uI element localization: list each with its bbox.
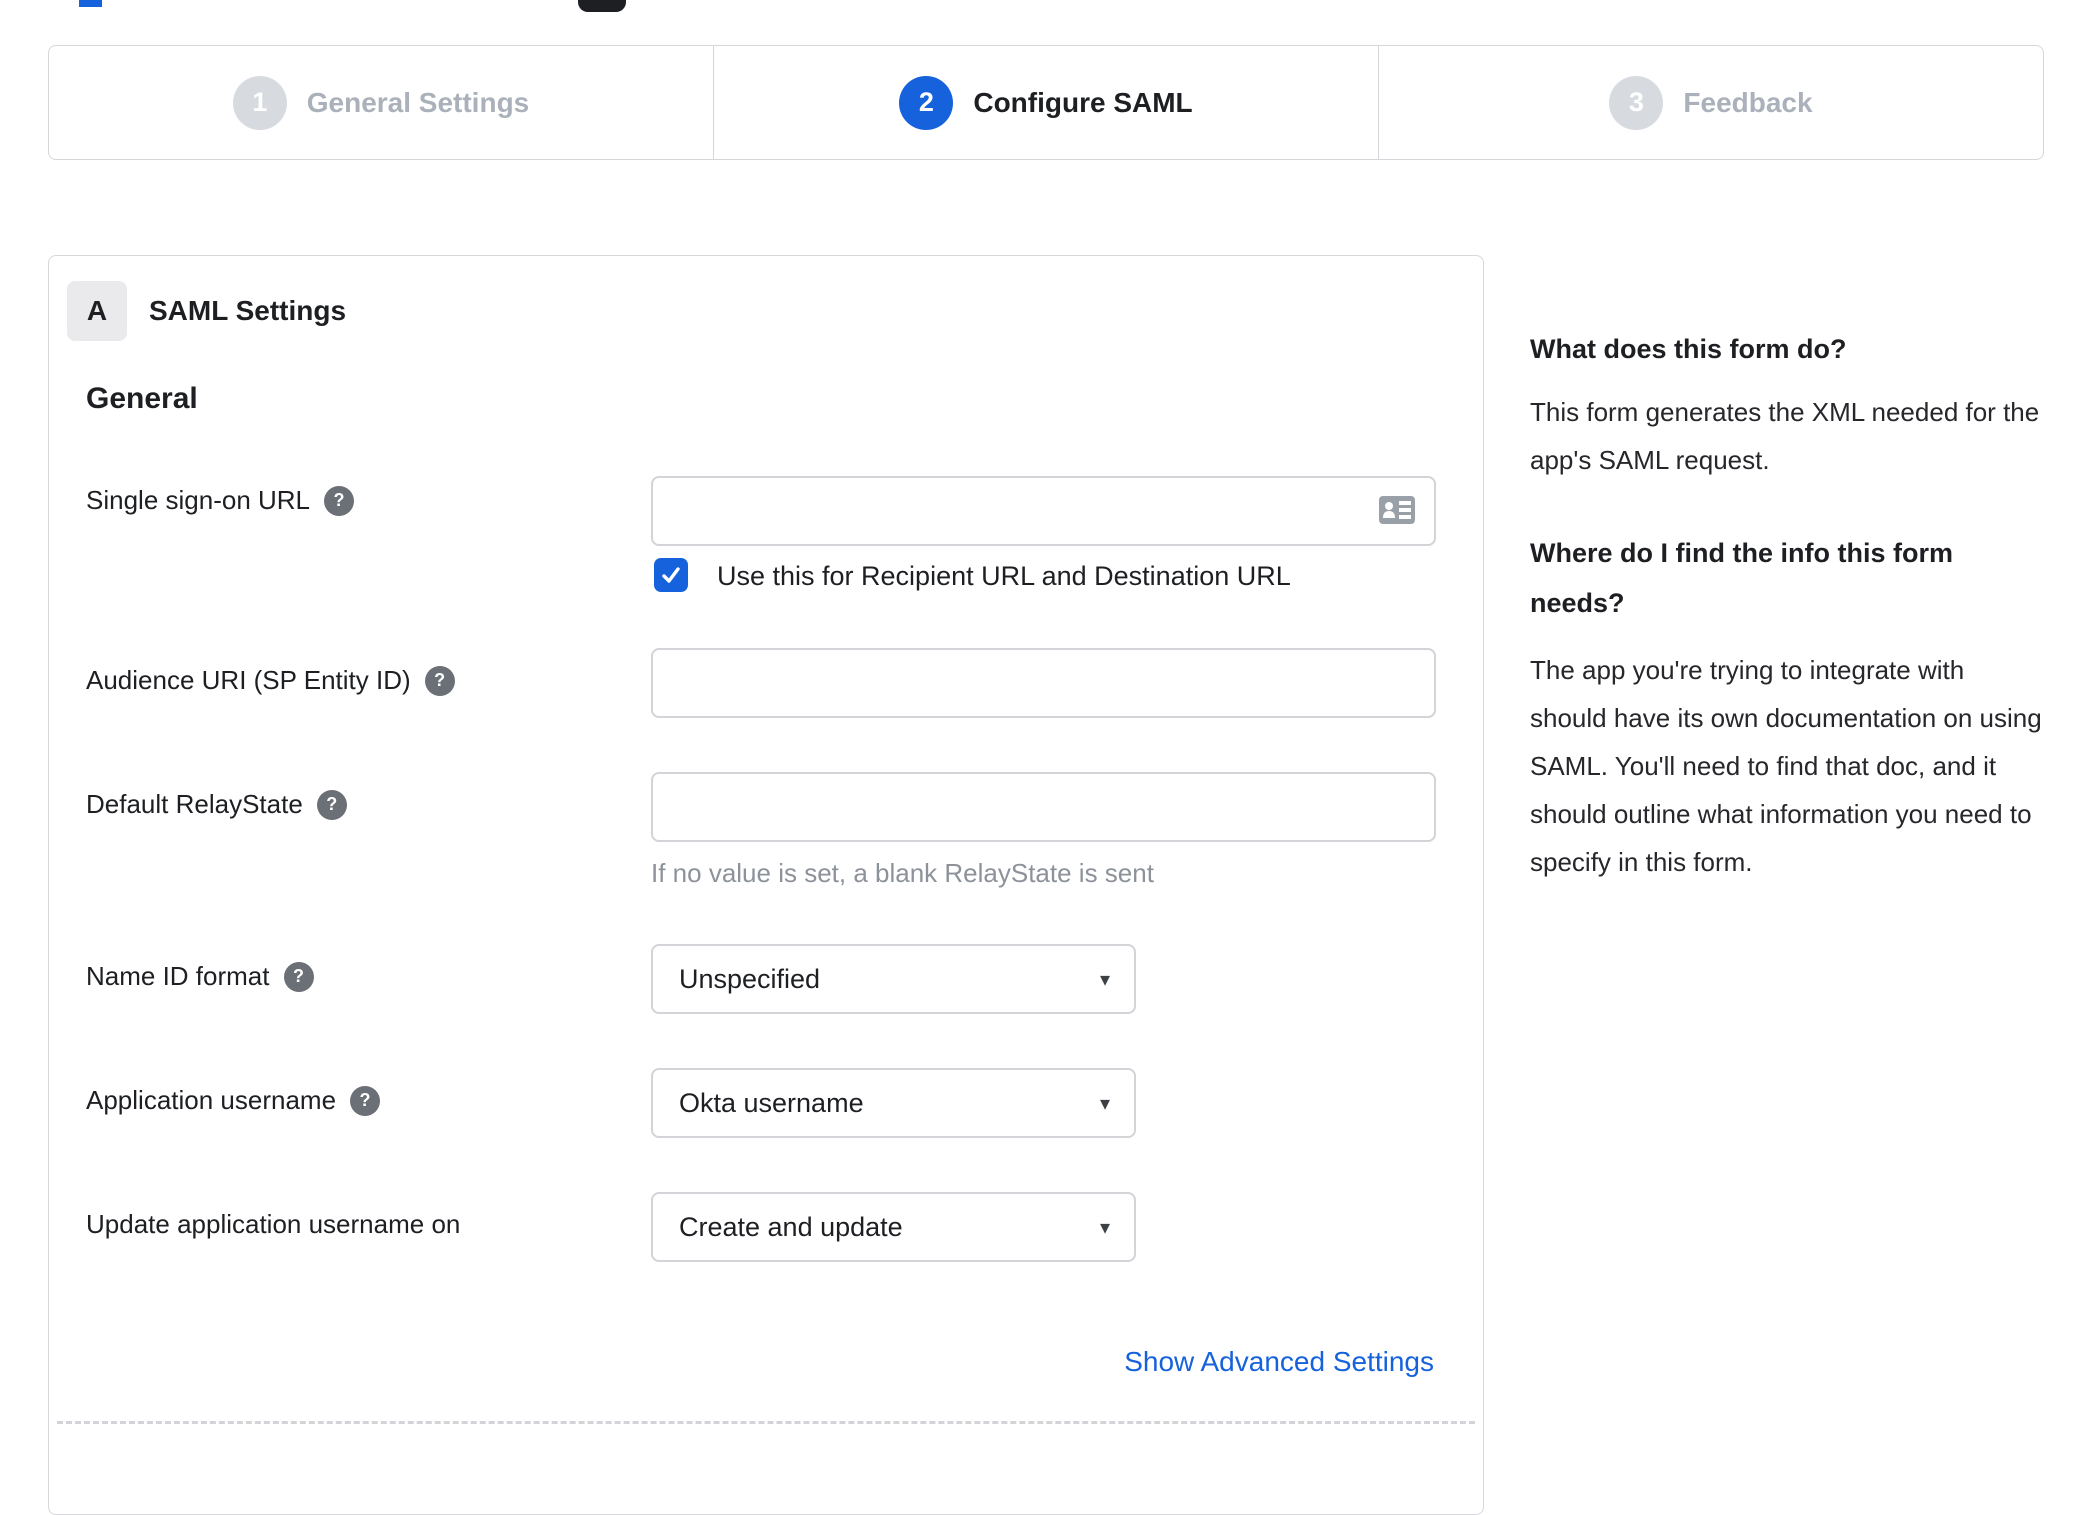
sidebar-question-2: Where do I find the info this form needs…	[1530, 538, 1953, 618]
update-username-value: Create and update	[679, 1211, 903, 1242]
contact-card-icon	[1379, 496, 1415, 524]
step-3-label: Feedback	[1683, 86, 1813, 118]
update-username-select[interactable]: Create and update ▾	[651, 1192, 1136, 1262]
show-advanced-settings-link[interactable]: Show Advanced Settings	[1124, 1346, 1434, 1378]
relaystate-hint: If no value is set, a blank RelayState i…	[651, 858, 1154, 888]
dashed-divider	[57, 1421, 1475, 1424]
chevron-down-icon: ▾	[1099, 1216, 1110, 1239]
step-2-circle: 2	[899, 75, 954, 130]
sso-url-input[interactable]	[651, 476, 1436, 546]
audience-uri-label: Audience URI (SP Entity ID) ?	[86, 665, 455, 696]
name-id-format-select[interactable]: Unspecified ▾	[651, 944, 1136, 1014]
application-username-select[interactable]: Okta username ▾	[651, 1068, 1136, 1138]
sso-url-label: Single sign-on URL ?	[86, 485, 355, 516]
recipient-url-checkbox-label[interactable]: Use this for Recipient URL and Destinati…	[717, 561, 1291, 592]
application-username-value: Okta username	[679, 1087, 864, 1118]
sidebar-answer-2: The app you're trying to integrate with …	[1530, 655, 2042, 877]
general-section-heading: General	[86, 382, 198, 415]
name-id-format-label: Name ID format ?	[86, 961, 314, 992]
help-icon[interactable]: ?	[424, 665, 455, 696]
help-icon[interactable]: ?	[324, 485, 355, 516]
sidebar-answer-1: This form generates the XML needed for t…	[1530, 397, 2040, 475]
recipient-url-checkbox[interactable]	[654, 558, 688, 592]
section-a-badge: A	[67, 281, 127, 341]
cutoff-dark-icon-fragment	[578, 0, 626, 12]
name-id-format-value: Unspecified	[679, 963, 821, 994]
cutoff-blue-fragment	[79, 0, 102, 7]
help-icon[interactable]: ?	[316, 789, 347, 820]
help-icon[interactable]: ?	[350, 1085, 381, 1116]
application-username-label: Application username ?	[86, 1085, 381, 1116]
step-1-circle: 1	[232, 75, 287, 130]
chevron-down-icon: ▾	[1099, 968, 1110, 991]
wizard-stepper: 1 General Settings 2 Configure SAML 3 Fe…	[48, 45, 2044, 160]
default-relaystate-input[interactable]	[651, 772, 1436, 842]
step-feedback[interactable]: 3 Feedback	[1379, 46, 2043, 159]
help-icon[interactable]: ?	[283, 961, 314, 992]
default-relaystate-label: Default RelayState ?	[86, 789, 347, 820]
card-title: SAML Settings	[149, 295, 347, 326]
step-general-settings[interactable]: 1 General Settings	[49, 46, 714, 159]
update-username-label: Update application username on	[86, 1209, 461, 1239]
check-icon	[662, 567, 680, 583]
step-configure-saml[interactable]: 2 Configure SAML	[714, 46, 1379, 159]
saml-settings-card: A SAML Settings General Single sign-on U…	[48, 255, 1484, 1515]
step-2-label: Configure SAML	[973, 86, 1193, 118]
sidebar-question-1: What does this form do?	[1530, 334, 1847, 364]
step-1-label: General Settings	[306, 86, 530, 118]
audience-uri-input[interactable]	[651, 648, 1436, 718]
chevron-down-icon: ▾	[1099, 1092, 1110, 1115]
step-3-circle: 3	[1609, 75, 1664, 130]
